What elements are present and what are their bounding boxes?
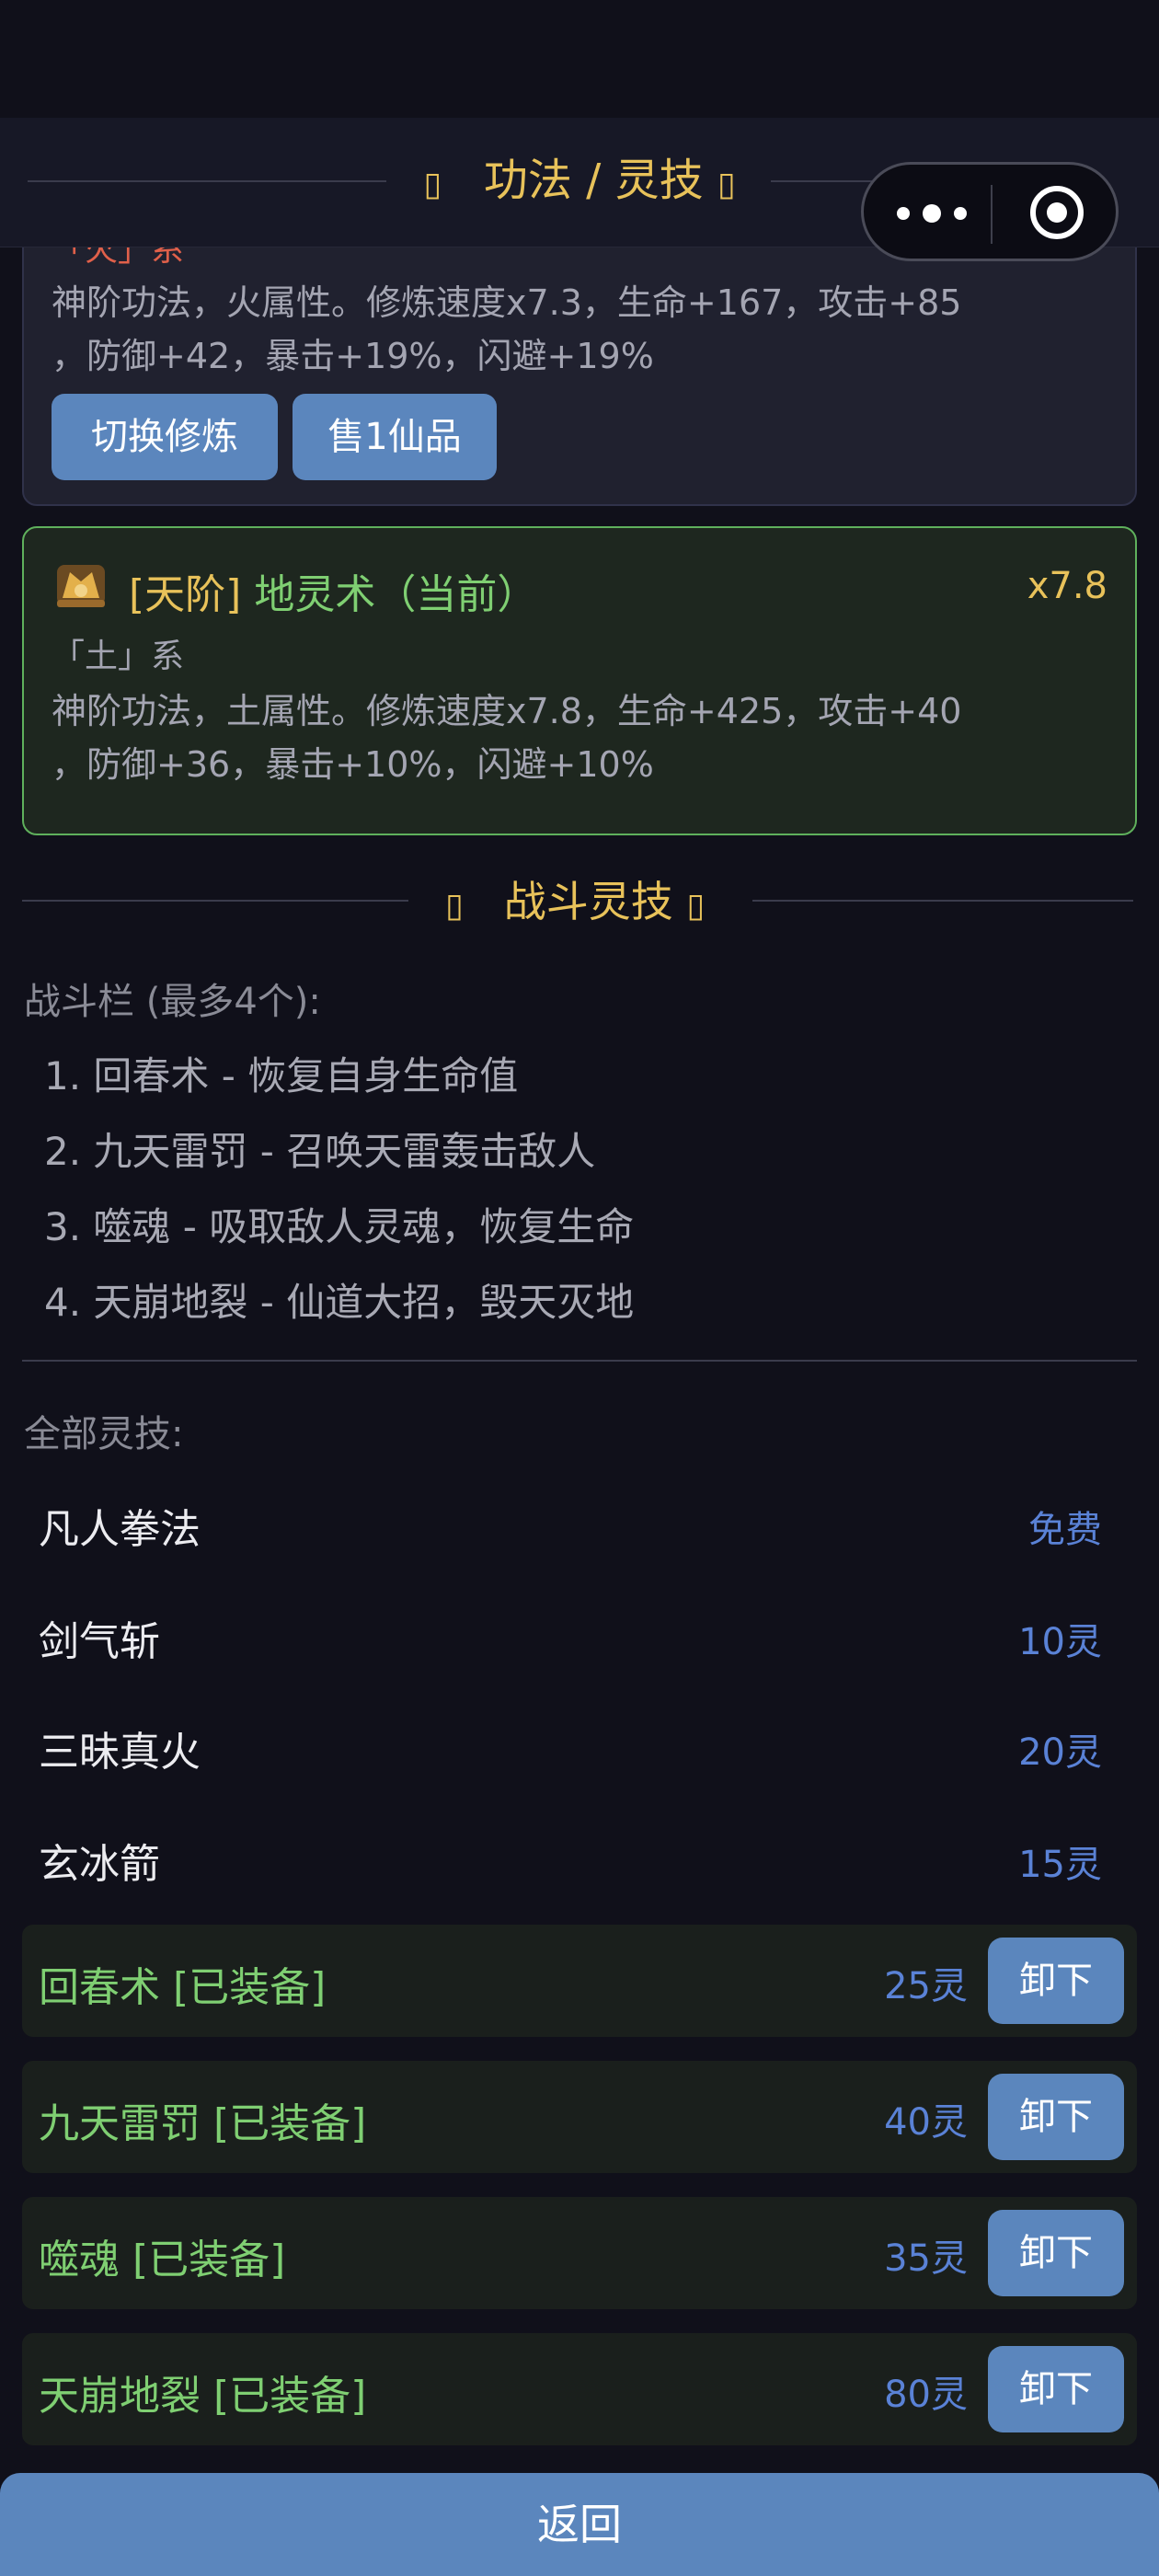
skill-cost: 40灵 — [884, 2101, 968, 2144]
close-target-icon[interactable] — [1027, 183, 1086, 242]
equipped-skill-row: 天崩地裂 [已装备] 80灵 卸下 — [22, 2333, 1137, 2445]
battle-bar-label: 战斗栏 (最多4个): — [24, 981, 321, 1023]
capsule-separator — [991, 185, 993, 244]
skill-cost: 80灵 — [884, 2374, 968, 2416]
skill-name: 天崩地裂 [已装备] — [39, 2373, 367, 2420]
battle-slot: 1. 回春术 - 恢复自身生命值 — [44, 1053, 519, 1098]
battle-skills-title: ▯ 战斗灵技 ▯ — [445, 877, 706, 926]
cultivation-name: 地灵术（当前） — [254, 571, 538, 618]
skill-name: 回春术 [已装备] — [39, 1964, 327, 2011]
cultivation-title: [天阶] 地灵术（当前） — [129, 561, 537, 620]
list-divider — [22, 1360, 1137, 1362]
back-button[interactable]: 返回 — [0, 2473, 1159, 2576]
skill-name: 玄冰箭 — [39, 1841, 160, 1888]
skill-name: 噬魂 [已装备] — [39, 2237, 286, 2283]
unequip-button[interactable]: 卸下 — [988, 2074, 1124, 2160]
skill-cost: 35灵 — [884, 2237, 968, 2280]
scroll-book-icon — [57, 565, 105, 607]
speed-multiplier: x7.8 — [1027, 565, 1107, 607]
element-type-label: 「土」系 — [52, 638, 185, 675]
skill-cost: 10灵 — [1018, 1621, 1102, 1663]
skill-name: 三昧真火 — [39, 1729, 201, 1776]
unequip-button[interactable]: 卸下 — [988, 1938, 1124, 2024]
battle-slot: 3. 噬魂 - 吸取敌人灵魂，恢复生命 — [44, 1204, 635, 1249]
section-divider-right — [752, 900, 1133, 902]
more-options-icon[interactable] — [897, 204, 970, 224]
cultivation-description: 神阶功法，土属性。修炼速度x7.8，生命+425，攻击+40 ，防御+36，暴击… — [52, 691, 962, 785]
skill-name: 九天雷罚 [已装备] — [39, 2100, 367, 2147]
sell-button[interactable]: 售1仙品 — [293, 394, 497, 480]
cultivation-card-current[interactable]: [天阶] 地灵术（当前） x7.8 「土」系 神阶功法，土属性。修炼速度x7.8… — [22, 526, 1137, 835]
skill-cost: 20灵 — [1018, 1731, 1102, 1774]
section-divider-left — [22, 900, 408, 902]
skill-cost: 免费 — [1028, 1509, 1102, 1551]
battle-slot: 4. 天崩地裂 - 仙道大招，毁天灭地 — [44, 1280, 635, 1325]
skill-cost: 25灵 — [884, 1965, 968, 2007]
skill-name: 剑气斩 — [39, 1618, 160, 1665]
unequip-button[interactable]: 卸下 — [988, 2210, 1124, 2296]
cultivation-description: 神阶功法，火属性。修炼速度x7.3，生命+167，攻击+85 ，防御+42，暴击… — [52, 282, 962, 376]
equipped-skill-row: 噬魂 [已装备] 35灵 卸下 — [22, 2197, 1137, 2309]
equipped-skill-row: 回春术 [已装备] 25灵 卸下 — [22, 1925, 1137, 2037]
tier-badge: [天阶] — [129, 571, 242, 618]
skill-cost: 15灵 — [1018, 1844, 1102, 1886]
switch-cultivation-button[interactable]: 切换修炼 — [52, 394, 278, 480]
skill-name: 凡人拳法 — [39, 1506, 201, 1553]
unequip-button[interactable]: 卸下 — [988, 2346, 1124, 2432]
battle-slot: 2. 九天雷罚 - 召唤天雷轰击敌人 — [44, 1129, 596, 1174]
equipped-skill-row: 九天雷罚 [已装备] 40灵 卸下 — [22, 2061, 1137, 2173]
miniprogram-capsule — [861, 162, 1119, 261]
all-skills-label: 全部灵技: — [24, 1413, 184, 1455]
